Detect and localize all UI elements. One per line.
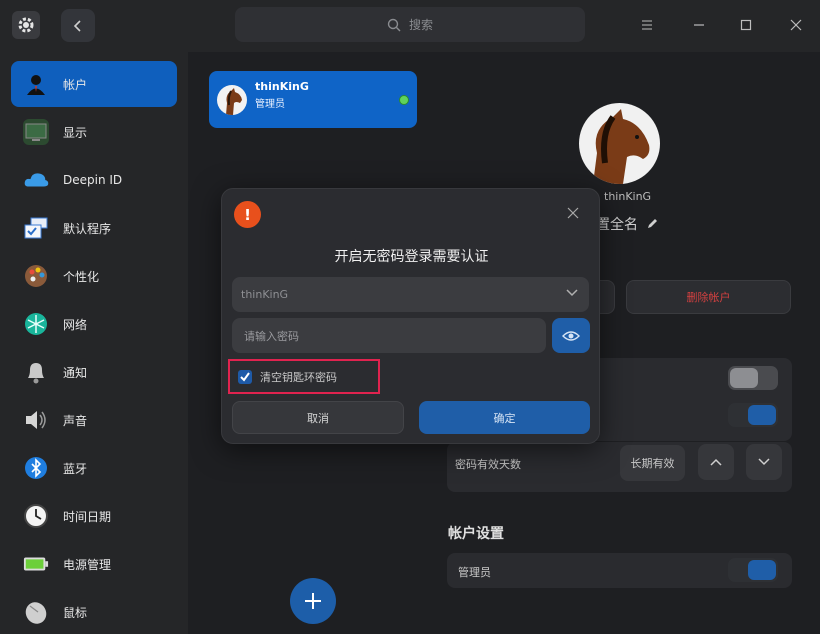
default-apps-icon (23, 215, 49, 241)
title-bar: 搜索 (0, 0, 820, 52)
minimize-icon (694, 24, 704, 26)
sidebar-item-label: Deepin ID (63, 173, 123, 187)
clock-icon (23, 503, 49, 529)
speaker-icon (23, 407, 49, 433)
user-role: 管理员 (255, 99, 285, 110)
sidebar-item-bluetooth[interactable]: 蓝牙 (11, 445, 177, 491)
admin-toggle[interactable] (728, 558, 778, 582)
sidebar-item-label: 帐户 (63, 77, 88, 92)
passwordless-login-toggle[interactable] (728, 403, 778, 427)
auth-dialog: ! 开启无密码登录需要认证 thinKinG 请输入密码 清空钥匙环密码 取消 … (221, 188, 600, 444)
cloud-icon (23, 167, 49, 193)
sidebar-item-label: 网络 (63, 317, 88, 332)
close-icon (790, 19, 802, 31)
auto-login-toggle[interactable] (728, 366, 778, 390)
profile-username-text: thinKinG (604, 190, 652, 203)
user-name: thinKinG (255, 80, 309, 93)
sidebar-item-label: 显示 (63, 125, 88, 140)
sidebar-item-label: 时间日期 (63, 509, 112, 524)
mouse-icon (23, 599, 49, 625)
search-box[interactable]: 搜索 (235, 7, 585, 42)
add-user-button[interactable] (290, 578, 336, 624)
battery-icon (23, 551, 49, 577)
chevron-up-icon (710, 458, 722, 466)
sidebar-item-label: 电源管理 (63, 557, 112, 572)
sidebar-item-default-apps[interactable]: 默认程序 (11, 205, 177, 251)
search-icon (387, 18, 401, 31)
sidebar-item-label: 鼠标 (63, 605, 88, 620)
admin-panel: 管理员 (447, 553, 792, 588)
bluetooth-icon (23, 455, 49, 481)
show-password-button[interactable] (552, 318, 590, 353)
sidebar-item-label: 声音 (63, 413, 88, 428)
sidebar-item-power[interactable]: 电源管理 (11, 541, 177, 587)
validity-decrease-button[interactable] (746, 444, 782, 480)
validity-value[interactable]: 长期有效 (620, 445, 685, 481)
plus-icon (305, 593, 321, 609)
menu-icon (642, 20, 652, 30)
settings-app-icon (12, 11, 40, 39)
clear-keyring-checkbox-row[interactable]: 清空钥匙环密码 (228, 359, 380, 394)
sidebar-item-label: 通知 (63, 365, 88, 380)
chevron-left-icon (73, 19, 81, 32)
profile-avatar[interactable] (579, 103, 660, 184)
eye-icon (562, 330, 580, 341)
sidebar-item-notifications[interactable]: 通知 (11, 349, 177, 395)
dialog-close-button[interactable] (563, 203, 583, 223)
warning-icon: ! (234, 201, 261, 228)
sidebar-item-sound[interactable]: 声音 (11, 397, 177, 443)
admin-label: 管理员 (458, 566, 491, 579)
user-select[interactable]: thinKinG (232, 277, 589, 312)
sidebar-item-display[interactable]: 显示 (11, 109, 177, 155)
sidebar-item-label: 蓝牙 (63, 461, 88, 476)
password-placeholder: 请输入密码 (244, 329, 299, 343)
validity-increase-button[interactable] (698, 444, 734, 480)
clear-keyring-checkbox[interactable] (238, 369, 252, 384)
sidebar-item-datetime[interactable]: 时间日期 (11, 493, 177, 539)
account-settings-title: 帐户设置 (448, 526, 504, 542)
search-placeholder: 搜索 (408, 18, 433, 32)
close-icon (567, 207, 579, 219)
avatar (217, 85, 247, 115)
display-icon (23, 119, 49, 145)
account-icon (23, 71, 49, 97)
network-icon (23, 311, 49, 337)
set-fullname[interactable]: 置全名 (596, 214, 658, 234)
clear-keyring-label: 清空钥匙环密码 (260, 370, 337, 384)
user-card[interactable]: thinKinG 管理员 (209, 71, 417, 128)
chevron-down-icon (758, 458, 770, 466)
delete-account-button[interactable]: 删除帐户 (626, 280, 791, 314)
maximize-icon (740, 19, 752, 31)
chevron-down-icon (566, 289, 578, 297)
back-button[interactable] (61, 9, 95, 42)
minimize-button[interactable] (687, 12, 711, 38)
user-select-value: thinKinG (241, 288, 289, 301)
online-status-dot (399, 95, 409, 105)
edit-icon (648, 219, 657, 228)
sidebar: 帐户 显示 Deepin ID 默认程序 个性化 网络 通知 声音 蓝牙 时间日… (0, 52, 188, 634)
password-field[interactable]: 请输入密码 (232, 318, 546, 353)
sidebar-item-network[interactable]: 网络 (11, 301, 177, 347)
fullname-text: 置全名 (596, 217, 638, 233)
sidebar-item-label: 个性化 (63, 269, 100, 284)
maximize-button[interactable] (734, 12, 758, 38)
sidebar-item-label: 默认程序 (63, 221, 112, 236)
sidebar-item-account[interactable]: 帐户 (11, 61, 177, 107)
menu-button[interactable] (635, 12, 659, 38)
dialog-title: 开启无密码登录需要认证 (334, 249, 489, 265)
sidebar-item-mouse[interactable]: 鼠标 (11, 589, 177, 634)
checkmark-icon (240, 371, 250, 382)
confirm-button[interactable]: 确定 (419, 401, 590, 434)
sidebar-item-personalization[interactable]: 个性化 (11, 253, 177, 299)
validity-label: 密码有效天数 (455, 458, 521, 471)
close-window-button[interactable] (784, 12, 808, 38)
sidebar-item-deepin-id[interactable]: Deepin ID (11, 157, 177, 203)
cancel-button[interactable]: 取消 (232, 401, 404, 434)
bell-icon (23, 359, 49, 385)
palette-icon (23, 263, 49, 289)
